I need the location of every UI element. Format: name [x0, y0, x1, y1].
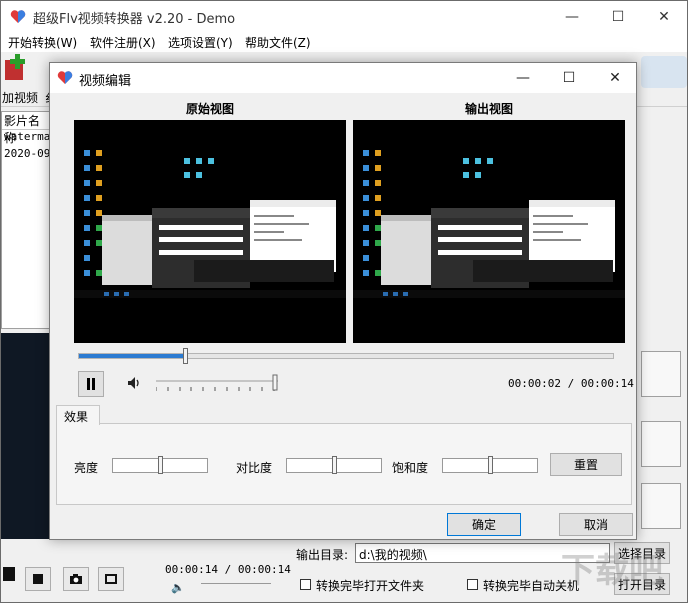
output-video-frame [353, 150, 625, 298]
time-readout: 00:00:02 / 00:00:14 [508, 377, 634, 390]
play-icon[interactable] [3, 567, 15, 581]
contrast-slider[interactable] [286, 456, 382, 474]
main-preview-area [1, 333, 51, 539]
volume-slider[interactable] [156, 374, 278, 394]
list-item-label: waterma [4, 130, 50, 143]
video-list: 影片名称 waterma 2020-09 [1, 111, 51, 329]
original-video-frame [74, 150, 346, 298]
camera-icon [70, 574, 82, 584]
main-bottom-panel: 00:00:14 / 00:00:14 🔈 输出目录: d:\我的视频\ 选择目… [1, 539, 687, 602]
side-panel-box[interactable] [641, 351, 681, 397]
list-header-name: 影片名称 [2, 112, 50, 145]
output-view-label: 输出视图 [464, 102, 513, 116]
output-dir-label: 输出目录: [296, 548, 349, 562]
main-titlebar: 超级Flv视频转换器 v2.20 - Demo — ☐ ✕ [1, 1, 687, 32]
snapshot-button[interactable] [63, 567, 89, 591]
menu-help[interactable]: 帮助文件(Z) [245, 34, 311, 51]
saturation-label: 饱和度 [392, 461, 429, 475]
volume-icon[interactable] [127, 376, 141, 390]
brightness-slider[interactable] [112, 456, 208, 474]
shutdown-checkbox[interactable] [467, 579, 478, 590]
add-video-icon[interactable] [3, 54, 31, 84]
seek-thumb[interactable] [183, 348, 188, 364]
main-time-readout: 00:00:14 / 00:00:14 [165, 563, 291, 576]
main-window-title: 超级Flv视频转换器 v2.20 - Demo [33, 12, 236, 27]
time-separator: / [560, 377, 581, 390]
right-side-panel [637, 111, 687, 541]
dialog-title: 视频编辑 [79, 74, 132, 89]
effects-tab[interactable]: 效果 [56, 405, 100, 425]
contrast-thumb[interactable] [332, 456, 337, 474]
app-heart-icon [10, 10, 26, 23]
original-view [74, 120, 346, 343]
app-heart-icon [57, 71, 73, 84]
seek-bar[interactable] [78, 353, 614, 359]
dialog-close-button[interactable]: ✕ [592, 63, 638, 93]
side-panel-box[interactable] [641, 421, 681, 467]
volume-thumb[interactable] [272, 374, 278, 391]
main-volume-slider[interactable] [201, 583, 271, 593]
list-item-label: 2020-09 [4, 147, 50, 160]
menu-register[interactable]: 软件注册(X) [90, 34, 156, 51]
stop-button[interactable] [25, 567, 51, 591]
output-view [353, 120, 625, 343]
main-volume-icon[interactable]: 🔈 [171, 581, 185, 594]
open-folder-checkbox-label: 转换完毕打开文件夹 [316, 579, 425, 593]
video-edit-dialog: 视频编辑 — ☐ ✕ 原始视图 输出视图 00:00:02 / 00:00:14… [49, 62, 637, 540]
menu-options[interactable]: 选项设置(Y) [168, 34, 233, 51]
dialog-maximize-button[interactable]: ☐ [546, 63, 592, 93]
side-panel-box[interactable] [641, 483, 681, 529]
time-total: 00:00:14 [580, 377, 634, 390]
toolbar-extra-button[interactable] [641, 56, 687, 88]
main-close-button[interactable]: ✕ [641, 1, 687, 32]
time-current: 00:00:02 [508, 377, 561, 390]
cancel-button[interactable]: 取消 [559, 513, 633, 536]
main-menubar: 开始转换(W) 软件注册(X) 选项设置(Y) 帮助文件(Z) [1, 32, 687, 52]
dialog-minimize-button[interactable]: — [500, 63, 546, 93]
window-icon [105, 574, 117, 584]
pause-button[interactable] [78, 371, 104, 397]
dialog-titlebar: 视频编辑 — ☐ ✕ [50, 63, 636, 93]
open-folder-checkbox[interactable] [300, 579, 311, 590]
add-video-label: 加视频 [2, 91, 39, 105]
ok-button[interactable]: 确定 [447, 513, 521, 536]
stop-icon [33, 574, 43, 584]
seek-progress-fill [79, 354, 186, 358]
brightness-thumb[interactable] [158, 456, 163, 474]
list-item[interactable]: 2020-09 [2, 147, 50, 164]
pause-icon [87, 378, 95, 390]
brightness-label: 亮度 [74, 461, 99, 475]
original-view-label: 原始视图 [185, 102, 234, 116]
saturation-slider[interactable] [442, 456, 538, 474]
watermark-text: 下载吧 [561, 551, 663, 591]
output-dir-value: d:\我的视频\ [359, 548, 427, 562]
contrast-label: 对比度 [236, 461, 273, 475]
reset-button[interactable]: 重置 [550, 453, 622, 476]
main-minimize-button[interactable]: — [549, 1, 595, 32]
main-maximize-button[interactable]: ☐ [595, 1, 641, 32]
menu-start-convert[interactable]: 开始转换(W) [8, 34, 77, 51]
fullscreen-button[interactable] [98, 567, 124, 591]
saturation-thumb[interactable] [488, 456, 493, 474]
